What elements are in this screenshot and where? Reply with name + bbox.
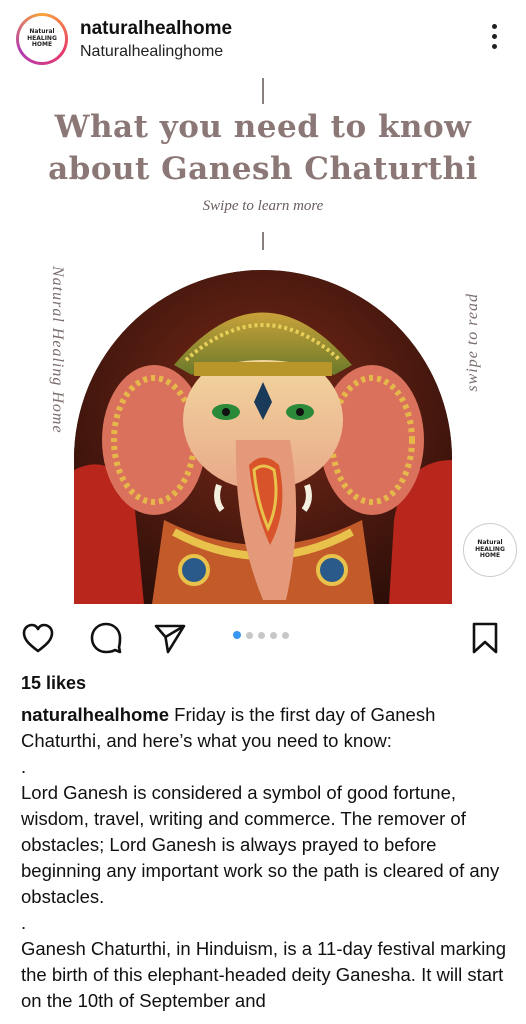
carousel-dot (270, 631, 277, 639)
caption-paragraph: Lord Ganesh is considered a symbol of go… (21, 782, 500, 907)
avatar[interactable]: Natural HEALING HOME (16, 13, 68, 65)
heart-icon[interactable] (20, 620, 56, 656)
carousel-dot (233, 631, 241, 639)
swipe-hint: Swipe to learn more (202, 198, 324, 214)
brand-badge: Natural HEALING HOME (463, 523, 517, 577)
divider-line-bottom (262, 232, 264, 250)
ganesha-illustration (74, 270, 452, 604)
header-username[interactable]: naturalhealhome (80, 18, 232, 40)
divider-line-top (262, 78, 264, 104)
avatar-logo-text: Natural HEALING HOME (27, 28, 57, 49)
side-label-right: swipe to read (464, 293, 481, 392)
carousel-dot (282, 631, 289, 639)
comment-icon[interactable] (88, 620, 124, 656)
post-headline-line2: about Ganesh Chaturthi (48, 151, 478, 187)
carousel-indicator (233, 631, 289, 639)
badge-logo-text: Natural HEALING HOME (475, 539, 505, 560)
post-headline-line1: What you need to know (54, 109, 472, 145)
carousel-dot (258, 631, 265, 639)
side-label-left: Natural Healing Home (49, 266, 66, 434)
more-options-icon[interactable] (482, 24, 506, 54)
bookmark-icon[interactable] (467, 620, 503, 656)
caption-separator: . (21, 912, 27, 933)
post-caption: naturalhealhome Friday is the first day … (21, 702, 511, 1014)
avatar-logo: Natural HEALING HOME (19, 16, 65, 62)
ganesha-photo (74, 270, 452, 604)
carousel-dot (246, 631, 253, 639)
post-image[interactable]: What you need to know about Ganesh Chatu… (0, 78, 526, 604)
send-icon[interactable] (152, 620, 188, 656)
like-count[interactable]: 15 likes (21, 673, 86, 694)
caption-paragraph: Ganesh Chaturthi, in Hinduism, is a 11-d… (21, 938, 506, 1011)
header-subtitle[interactable]: Naturalhealinghome (80, 43, 223, 61)
caption-username[interactable]: naturalhealhome (21, 704, 169, 725)
post-header: Natural HEALING HOME naturalhealhome Natur… (0, 0, 526, 78)
caption-intro: naturalhealhome Friday is the first day … (21, 702, 511, 754)
caption-separator: . (21, 756, 27, 777)
